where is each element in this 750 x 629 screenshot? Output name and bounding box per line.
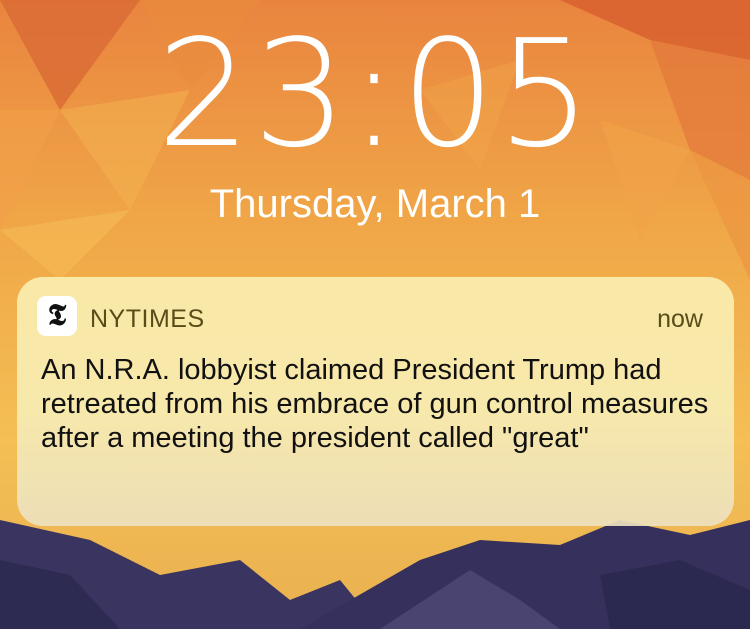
notification-message: An N.R.A. lobbyist claimed President Tru…	[41, 354, 709, 454]
notification-card[interactable]: 𝕿 NYTIMES now An N.R.A. lobbyist claimed…	[17, 277, 734, 526]
nytimes-t-icon: 𝕿	[37, 296, 77, 336]
notification-app-name: NYTIMES	[90, 305, 205, 333]
lock-screen-date: Thursday, March 1	[209, 182, 541, 226]
lock-screen-clock: 23:05	[156, 8, 594, 180]
notification-time: now	[657, 305, 703, 333]
